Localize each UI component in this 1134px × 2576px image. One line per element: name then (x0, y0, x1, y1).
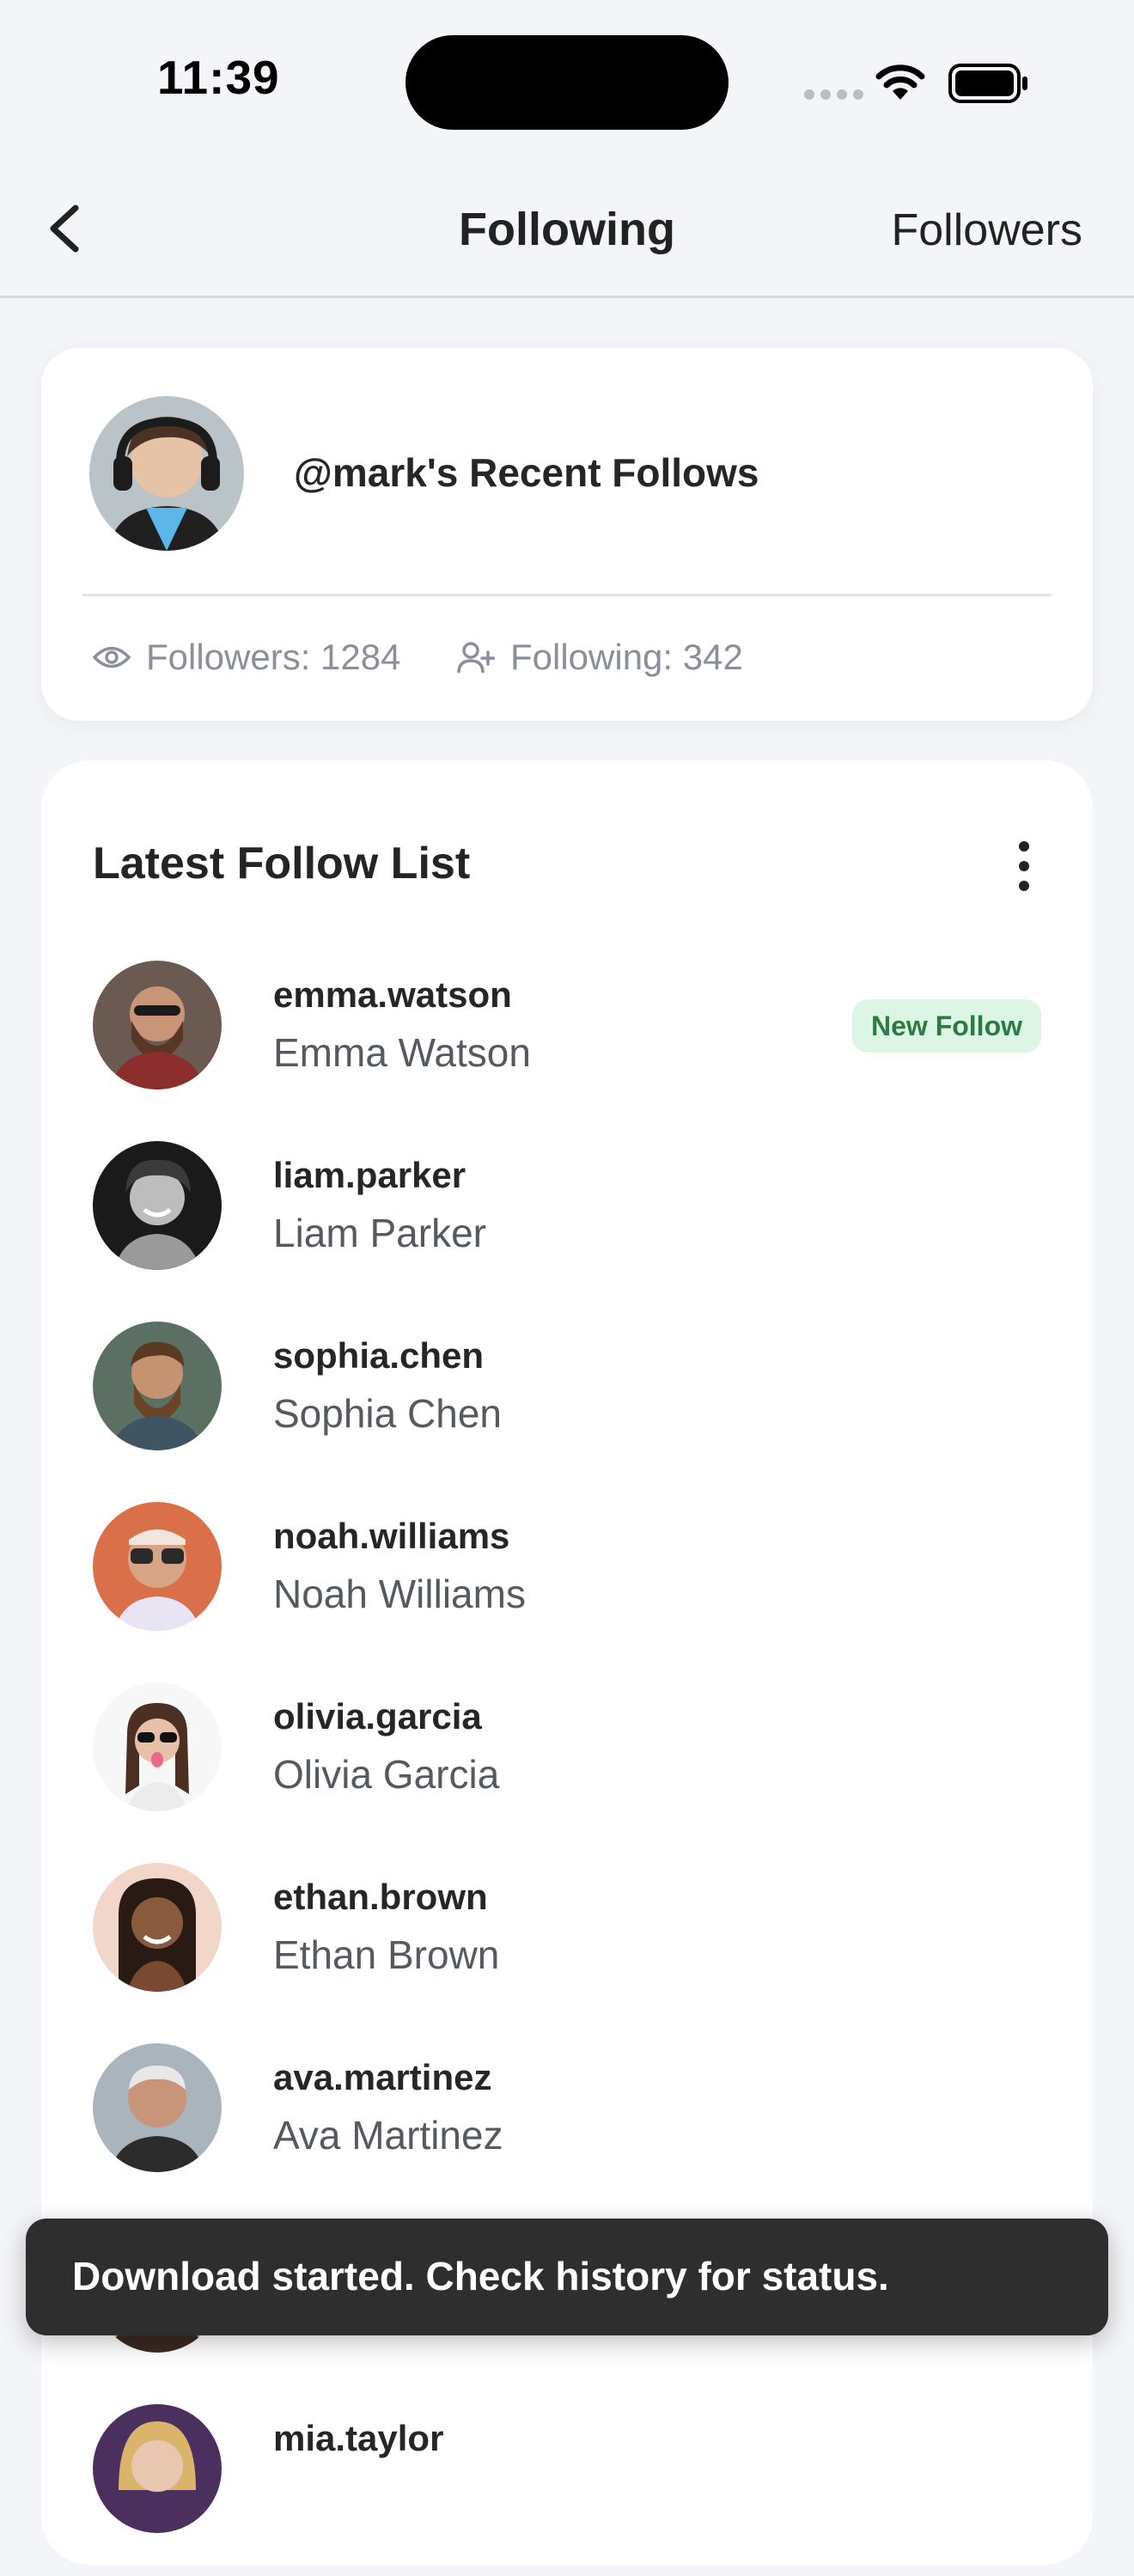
avatar (93, 1863, 222, 1992)
followers-count: Followers: 1284 (146, 637, 401, 677)
profile-title: @mark's Recent Follows (294, 450, 759, 495)
avatar (93, 1682, 222, 1811)
display-name: Noah Williams (273, 1572, 526, 1616)
username: ethan.brown (273, 1877, 488, 1917)
list-item[interactable]: sophia.chen Sophia Chen (41, 1322, 1093, 1493)
display-name: Ethan Brown (273, 1932, 500, 1977)
username: liam.parker (273, 1155, 466, 1195)
username: sophia.chen (273, 1335, 485, 1376)
list-item[interactable]: liam.parker Liam Parker (41, 1141, 1093, 1313)
list-item[interactable]: ethan.brown Ethan Brown (41, 1863, 1093, 2035)
card-divider (82, 594, 1052, 596)
username: ava.martinez (273, 2057, 492, 2097)
list-item[interactable]: ava.martinez Ava Martinez (41, 2043, 1093, 2215)
eye-icon (93, 646, 131, 668)
avatar (93, 2404, 222, 2533)
list-title: Latest Follow List (93, 839, 471, 888)
avatar (93, 961, 222, 1090)
following-count: Following: 342 (510, 637, 743, 677)
username: olivia.garcia (273, 1696, 482, 1737)
more-vertical-icon[interactable] (1015, 838, 1033, 894)
list-item[interactable]: olivia.garcia Olivia Garcia (41, 1682, 1093, 1854)
new-follow-badge: New Follow (852, 999, 1041, 1053)
followers-stat: Followers: 1284 (93, 637, 400, 678)
display-name: Olivia Garcia (273, 1752, 500, 1797)
status-time: 11:39 (157, 51, 280, 104)
username: emma.watson (273, 974, 512, 1015)
avatar (93, 1141, 222, 1270)
list-item[interactable]: emma.watson Emma Watson New Follow (41, 961, 1093, 1132)
avatar (93, 2043, 222, 2172)
avatar (93, 1502, 222, 1631)
profile-avatar[interactable] (89, 396, 244, 551)
toast-message: Download started. Check history for stat… (72, 2254, 889, 2298)
list-item[interactable]: mia.taylor (41, 2404, 1093, 2576)
followers-link[interactable]: Followers (892, 204, 1083, 256)
display-name: Ava Martinez (273, 2113, 503, 2158)
battery-icon (948, 64, 1027, 103)
avatar (93, 1322, 222, 1450)
wifi-icon (875, 64, 925, 100)
username: mia.taylor (273, 2418, 444, 2458)
dynamic-island (405, 35, 729, 130)
status-bar: 11:39 (0, 0, 1134, 163)
display-name: Liam Parker (273, 1211, 486, 1255)
toast-notification[interactable]: Download started. Check history for stat… (26, 2219, 1108, 2335)
user-plus-icon (457, 642, 495, 674)
profile-card: @mark's Recent Follows Followers: 1284 F… (41, 348, 1093, 721)
following-stat: Following: 342 (457, 637, 743, 678)
display-name: Emma Watson (273, 1030, 531, 1075)
display-name: Sophia Chen (273, 1391, 502, 1436)
list-item[interactable]: noah.williams Noah Williams (41, 1502, 1093, 1674)
cellular-signal-icon (804, 89, 863, 100)
username: noah.williams (273, 1516, 510, 1556)
nav-divider (0, 296, 1134, 298)
